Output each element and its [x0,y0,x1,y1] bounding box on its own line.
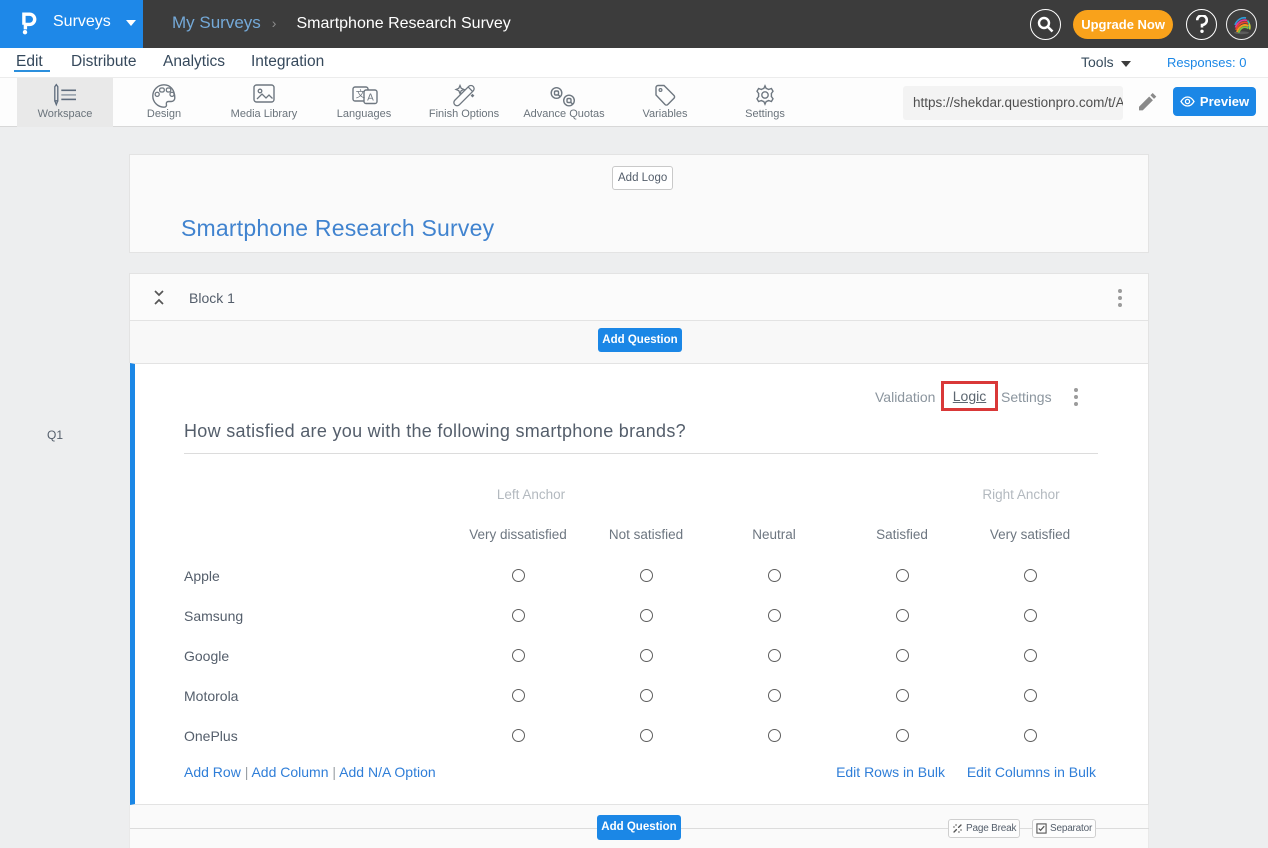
svg-text:文: 文 [355,89,365,101]
svg-text:A: A [367,93,374,104]
